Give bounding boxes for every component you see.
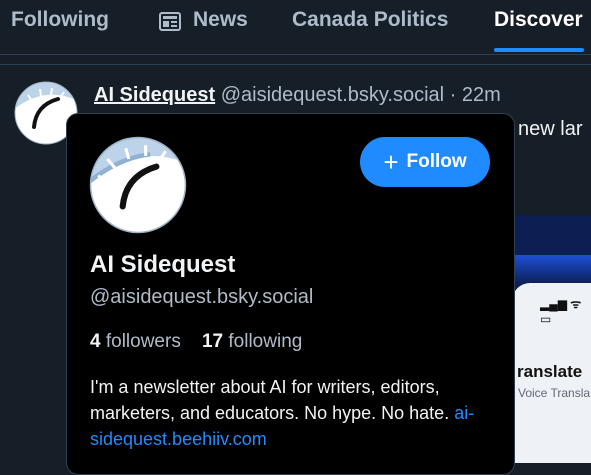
profile-handle: @aisidequest.bsky.social [90, 286, 314, 308]
feed-tabbar: Following News Canada Politics Discover [0, 0, 591, 55]
post-separator: · [449, 84, 457, 106]
embed-title: ranslate [517, 362, 583, 381]
followers-count: 4 [90, 331, 101, 352]
followers-link[interactable]: 4 followers [90, 331, 181, 352]
profile-avatar[interactable] [89, 136, 187, 234]
followers-label: followers [105, 331, 181, 352]
tab-news[interactable]: News [193, 8, 248, 32]
profile-display-name[interactable]: AI Sidequest [90, 251, 235, 279]
tab-following[interactable]: Following [11, 8, 109, 32]
post-time[interactable]: 22m [462, 84, 501, 106]
bio-text: I'm a newsletter about AI for writers, e… [90, 377, 455, 423]
follow-label: Follow [406, 151, 467, 172]
embed-subtitle: Voice Transla [518, 386, 591, 400]
follow-button[interactable]: + Follow [360, 137, 490, 187]
post-text: new lar [518, 118, 583, 140]
post-author-handle[interactable]: @aisidequest.bsky.social [221, 84, 444, 106]
tab-discover[interactable]: Discover [494, 8, 583, 32]
tab-canada-politics[interactable]: Canada Politics [292, 8, 448, 32]
active-tab-indicator [494, 48, 584, 52]
post-author-name[interactable]: AI Sidequest [94, 84, 215, 106]
following-label: following [228, 331, 303, 352]
phone-status-icons: ▂▄▆ ᯤ ▭ [540, 297, 582, 326]
post-header: AI Sidequest @aisidequest.bsky.social · … [94, 84, 501, 107]
following-link[interactable]: 17 following [202, 331, 302, 352]
plus-icon: + [383, 147, 399, 177]
profile-stats: 4 followers 17 following [90, 331, 302, 353]
feed-divider [0, 64, 591, 65]
newspaper-icon [159, 12, 181, 31]
following-count: 17 [201, 331, 224, 352]
profile-bio: I'm a newsletter about AI for writers, e… [90, 374, 500, 452]
